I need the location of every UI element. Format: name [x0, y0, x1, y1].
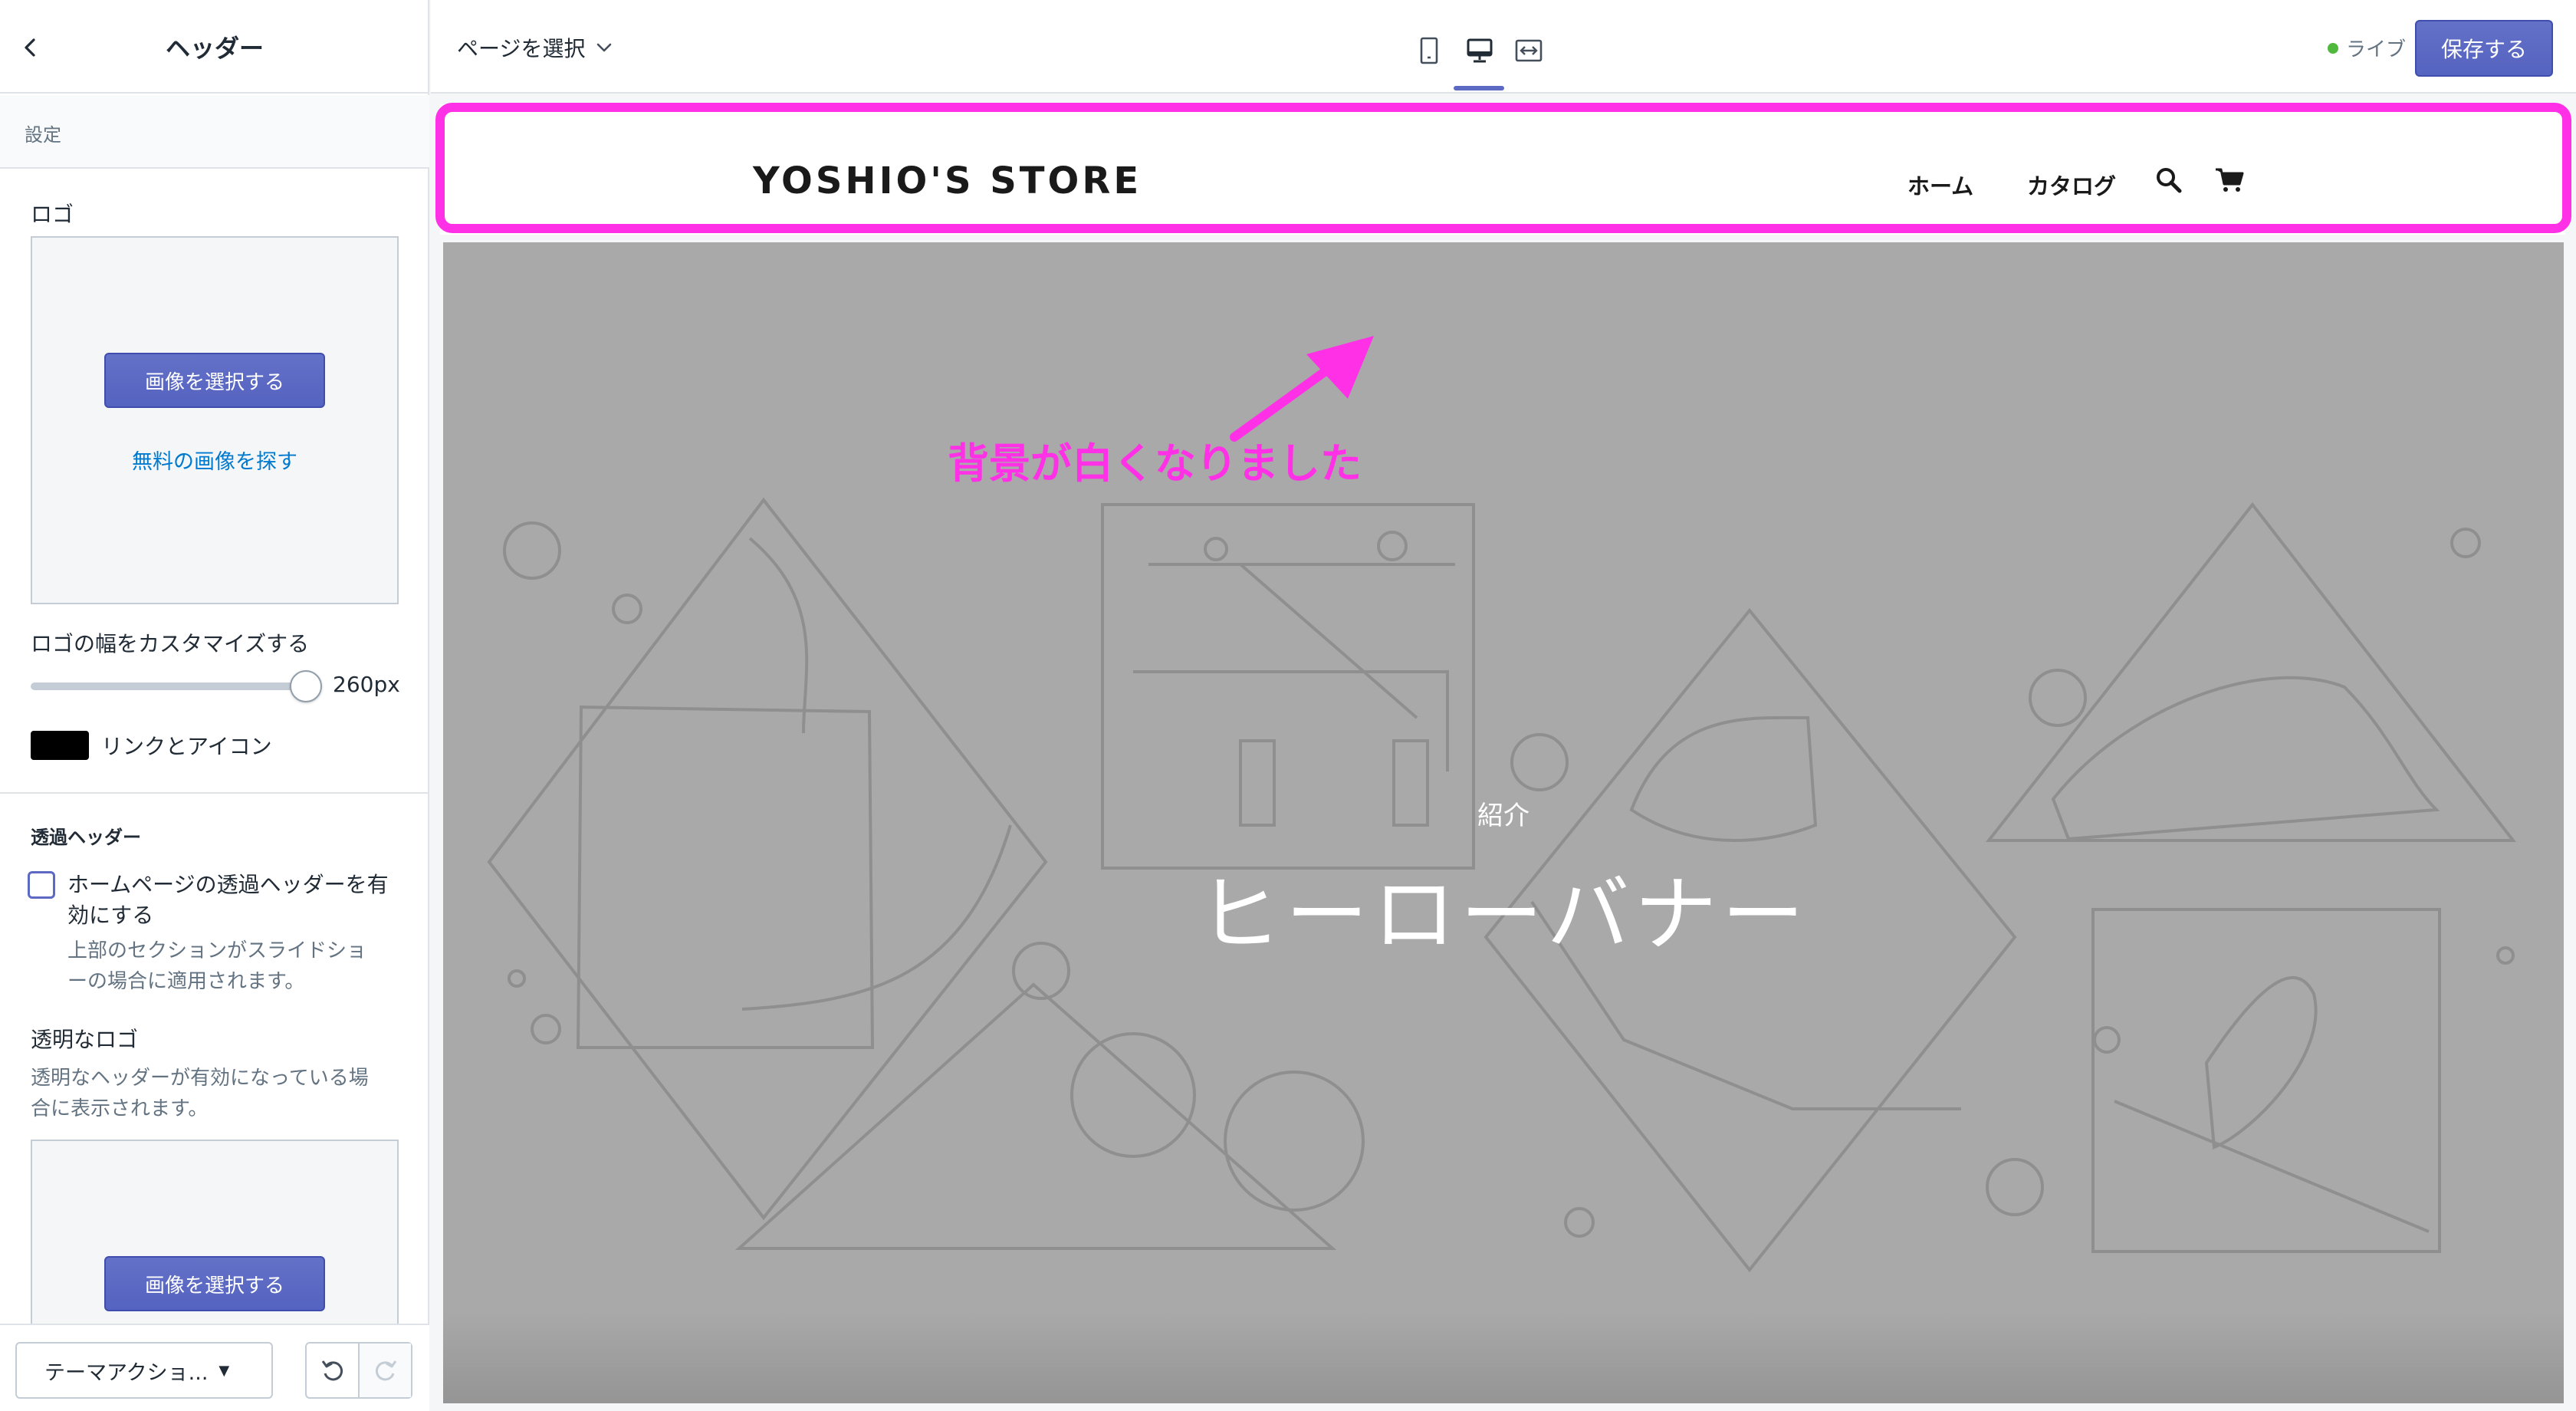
- editor-topbar: ページを選択 ライブ 保存する: [431, 0, 2576, 94]
- page-select-dropdown[interactable]: ページを選択: [457, 32, 613, 63]
- hero-subtitle: 紹介: [1477, 801, 1530, 831]
- sidebar-title: ヘッダー: [165, 34, 264, 63]
- sidebar: ヘッダー 設定 ロゴ 画像を選択する 無料の画像を探す ロゴの幅をカスタマイズす…: [0, 0, 429, 1411]
- store-header[interactable]: YOSHIO'S STORE ホーム カタログ: [440, 104, 2565, 235]
- sidebar-header: ヘッダー: [0, 0, 429, 94]
- hero-bottom-shade: [443, 1311, 2564, 1403]
- transparent-header-help: 上部のセクションがスライドショ ーの場合に適用されます。: [67, 939, 367, 993]
- section-divider: [0, 792, 429, 794]
- expand-horizontal-icon: [1515, 39, 1543, 62]
- hero-banner[interactable]: 紹介 ヒーローバナー: [443, 242, 2564, 1403]
- transparent-header-heading: 透過ヘッダー: [31, 827, 141, 848]
- undo-icon: [321, 1360, 343, 1381]
- chevron-down-icon: [597, 43, 612, 52]
- store-nav-home[interactable]: ホーム: [1907, 169, 1973, 201]
- store-logo[interactable]: YOSHIO'S STORE: [753, 160, 1142, 202]
- annotation-text: 背景が白くなりました: [948, 439, 1362, 488]
- logo-image-picker: [31, 236, 399, 604]
- logo-label: ロゴ: [31, 202, 74, 227]
- caret-down-icon: ▼: [219, 1362, 230, 1379]
- desktop-icon: [1467, 38, 1493, 63]
- annotation-arrow-icon: [1230, 336, 1374, 442]
- undo-redo-group: [305, 1342, 412, 1399]
- hero-title: ヒーローバナー: [1198, 867, 1809, 963]
- link-icon-color-swatch[interactable]: [31, 731, 89, 760]
- live-status-dot: [2328, 42, 2338, 54]
- find-free-images-link[interactable]: 無料の画像を探す: [0, 445, 429, 475]
- select-logo-image-button[interactable]: 画像を選択する: [104, 353, 325, 408]
- logo-width-slider-handle[interactable]: [290, 670, 322, 702]
- live-status: ライブ: [2328, 34, 2406, 62]
- logo-width-label: ロゴの幅をカスタマイズする: [31, 631, 310, 656]
- cart-icon[interactable]: [2214, 166, 2245, 193]
- transparent-logo-help: 透明なヘッダーが有効になっている場 合に表示されます。: [31, 1067, 369, 1120]
- transparent-header-checkbox-label[interactable]: ホームページの透過ヘッダーを有 効にする: [67, 870, 389, 931]
- select-transparent-logo-button[interactable]: 画像を選択する: [104, 1256, 325, 1311]
- save-button[interactable]: 保存する: [2415, 20, 2553, 77]
- theme-actions-dropdown[interactable]: テーマアクショ... ▼: [15, 1342, 273, 1399]
- settings-section-label: 設定: [0, 95, 429, 169]
- redo-icon: [375, 1360, 396, 1381]
- settings-label: 設定: [25, 124, 61, 146]
- sidebar-footer: テーマアクショ... ▼: [0, 1324, 429, 1411]
- live-status-label: ライブ: [2346, 38, 2407, 61]
- store-nav-catalog[interactable]: カタログ: [2027, 169, 2116, 201]
- link-icon-color-label: リンクとアイコン: [101, 734, 272, 759]
- redo-button[interactable]: [358, 1344, 411, 1397]
- undo-button[interactable]: [307, 1344, 358, 1397]
- logo-width-value: 260px: [333, 672, 400, 697]
- transparent-header-checkbox[interactable]: [28, 871, 55, 899]
- search-icon[interactable]: [2154, 166, 2183, 195]
- mobile-view-button[interactable]: [1408, 29, 1451, 72]
- transparent-logo-label: 透明なロゴ: [31, 1027, 139, 1052]
- theme-preview: YOSHIO'S STORE ホーム カタログ 紹介 ヒーローバナー 背景が白く…: [431, 95, 2576, 1411]
- fullscreen-view-button[interactable]: [1507, 29, 1550, 72]
- logo-width-slider[interactable]: [31, 682, 307, 690]
- theme-actions-label: テーマアクショ...: [44, 1360, 209, 1385]
- active-device-indicator: [1454, 86, 1504, 90]
- mobile-icon: [1420, 37, 1438, 64]
- page-select-label: ページを選択: [457, 36, 586, 61]
- desktop-view-button[interactable]: [1458, 29, 1501, 72]
